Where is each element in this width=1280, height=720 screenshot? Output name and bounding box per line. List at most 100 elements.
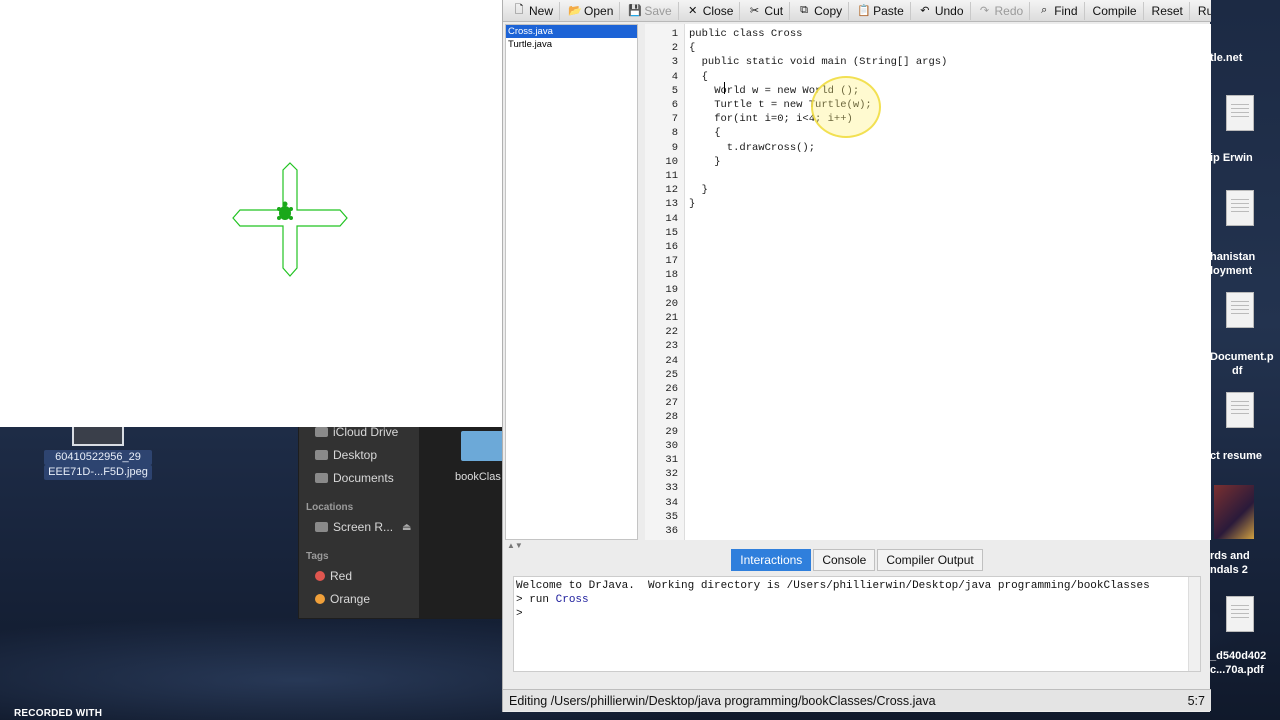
desktop-icon-label[interactable]: ct resume [1210, 449, 1280, 463]
desktop-icon-label[interactable]: ndals 2 [1210, 563, 1280, 577]
toolbar-compile-button[interactable]: Compile [1087, 1, 1144, 20]
line-number: 13 [665, 198, 678, 211]
file-item-cross-java[interactable]: Cross.java [506, 25, 637, 38]
toolbar-paste-button[interactable]: 📋 Paste [851, 1, 911, 20]
recorded-with-label: RECORDED WITH [14, 708, 103, 719]
document-icon[interactable] [1226, 190, 1254, 226]
toolbar-cut-button[interactable]: ✂ Cut [742, 1, 791, 20]
sidebar-item-desktop[interactable]: Desktop [315, 448, 377, 462]
tag-label: Red [330, 569, 353, 583]
close-file-icon: ✕ [688, 5, 698, 17]
welcome-message: Welcome to DrJava. Working directory is … [516, 580, 1150, 592]
desktop-icon-label[interactable]: c...70a.pdf [1210, 663, 1280, 677]
interactions-scrollbar[interactable] [1188, 577, 1200, 671]
code-line: public static void main (String[] args) [689, 56, 948, 69]
line-number: 23 [665, 340, 678, 353]
line-number: 35 [665, 510, 678, 523]
line-number: 12 [665, 184, 678, 197]
toolbar-open-button[interactable]: 📂 Open [562, 1, 621, 20]
tag-orange[interactable]: Orange [315, 592, 370, 606]
file-item-turtle-java[interactable]: Turtle.java [506, 38, 637, 51]
code-line: public class Cross [689, 28, 803, 40]
desktop-icon-label[interactable]: _d540d402 [1210, 649, 1280, 663]
toolbar-button-label: Compile [1092, 3, 1137, 18]
desktop-icon-label[interactable]: Document.p [1210, 350, 1280, 364]
desktop-icon-label[interactable]: ip Erwin [1210, 151, 1280, 165]
code-line: { [689, 70, 708, 83]
toolbar-undo-button[interactable]: ↶ Undo [913, 1, 971, 20]
line-number: 33 [665, 482, 678, 495]
document-icon[interactable] [1226, 292, 1254, 328]
sidebar-item-screen-recording[interactable]: Screen R... ⏏ [315, 520, 411, 534]
cloud-icon [315, 427, 328, 437]
sidebar-item-documents[interactable]: Documents [315, 471, 394, 485]
desktop-icon [315, 450, 328, 460]
redo-icon: ↷ [979, 5, 990, 17]
toolbar-copy-button[interactable]: ⧉ Copy [792, 1, 850, 20]
line-number: 16 [665, 241, 678, 253]
desktop-file-jpeg[interactable]: 60410522956_29 EEE71D-...F5D.jpeg [44, 424, 152, 480]
line-number: 24 [665, 354, 678, 367]
folder-icon[interactable] [461, 431, 503, 461]
tags-header: Tags [306, 551, 329, 562]
toolbar-find-button[interactable]: ⌕ Find [1032, 1, 1085, 20]
line-number: 30 [665, 439, 678, 452]
toolbar-new-button[interactable]: 🗋 New [507, 1, 561, 20]
pdf-document-icon[interactable] [1226, 596, 1254, 632]
toolbar-button-label: Cut [764, 3, 784, 18]
interactions-pane[interactable]: Welcome to DrJava. Working directory is … [513, 576, 1201, 672]
command-argument: Cross [555, 594, 589, 607]
line-number: 34 [665, 496, 678, 509]
line-number: 21 [665, 312, 678, 324]
toolbar-button-label: Find [1054, 3, 1078, 18]
tab-console[interactable]: Console [813, 549, 876, 571]
desktop-icon-label[interactable]: tle.net [1210, 51, 1280, 65]
desktop-icon-label[interactable]: df [1232, 364, 1280, 378]
open-folder-icon: 📂 [568, 5, 582, 17]
new-file-icon: 🗋 [514, 4, 524, 16]
sidebar-item-label: Screen R... [333, 520, 394, 534]
cursor-highlight [811, 76, 881, 138]
toolbar-reset-button[interactable]: Reset [1146, 1, 1190, 20]
code-editor[interactable]: 1 2 3 4 5 6 7 8 9 10 11 12 13 14 15 16 17 18 19 20 21 22 23 24 2… [645, 24, 1211, 540]
document-icon[interactable] [1226, 392, 1254, 428]
eject-icon[interactable]: ⏏ [402, 522, 411, 533]
folder-label: bookClas [455, 471, 501, 483]
paste-icon: 📋 [857, 5, 871, 17]
run-command-line: > run Cross [516, 593, 1198, 607]
toolbar-redo-button[interactable]: ↷ Redo [973, 1, 1031, 20]
desktop-icon-label[interactable]: hanistan [1210, 250, 1280, 264]
sidebar-item-label: Desktop [333, 448, 378, 462]
line-number: 10 [665, 155, 678, 168]
document-icon[interactable] [1226, 95, 1254, 131]
toolbar-button-label: Reset [1151, 3, 1183, 18]
line-number: 14 [665, 212, 678, 225]
toolbar-close-button[interactable]: ✕ Close [681, 1, 741, 20]
red-dot-icon [315, 571, 325, 581]
tab-compiler-output[interactable]: Compiler Output [877, 549, 983, 571]
input-prompt[interactable]: > [516, 607, 1198, 621]
line-number: 28 [665, 411, 678, 424]
toolbar-save-button[interactable]: 💾 Save [622, 1, 679, 20]
tab-interactions[interactable]: Interactions [731, 549, 812, 571]
tag-red[interactable]: Red [315, 569, 352, 583]
toolbar-run-button[interactable]: Run [1192, 2, 1211, 20]
line-number: 2 [671, 42, 678, 55]
turtle-canvas [232, 162, 348, 277]
line-number: 36 [665, 525, 678, 537]
toolbar-button-label: Paste [873, 3, 904, 18]
desktop-icon-label[interactable]: rds and [1210, 549, 1280, 563]
save-icon: 💾 [628, 5, 643, 17]
line-number: 6 [671, 99, 678, 111]
toolbar-button-label: Redo [994, 3, 1024, 18]
line-number: 8 [671, 127, 678, 140]
sidebar-item-icloud-drive[interactable]: iCloud Drive [315, 427, 398, 439]
code-line: } [689, 198, 696, 211]
line-number: 29 [665, 425, 678, 438]
line-number: 9 [671, 141, 678, 154]
line-number: 20 [665, 297, 678, 310]
code-area[interactable]: public class Cross { public static void m… [687, 24, 1211, 540]
photo-thumbnail-icon[interactable] [1214, 485, 1254, 539]
toolbar-button-label: Close [702, 3, 734, 18]
desktop-icon-label[interactable]: loyment [1210, 264, 1280, 278]
